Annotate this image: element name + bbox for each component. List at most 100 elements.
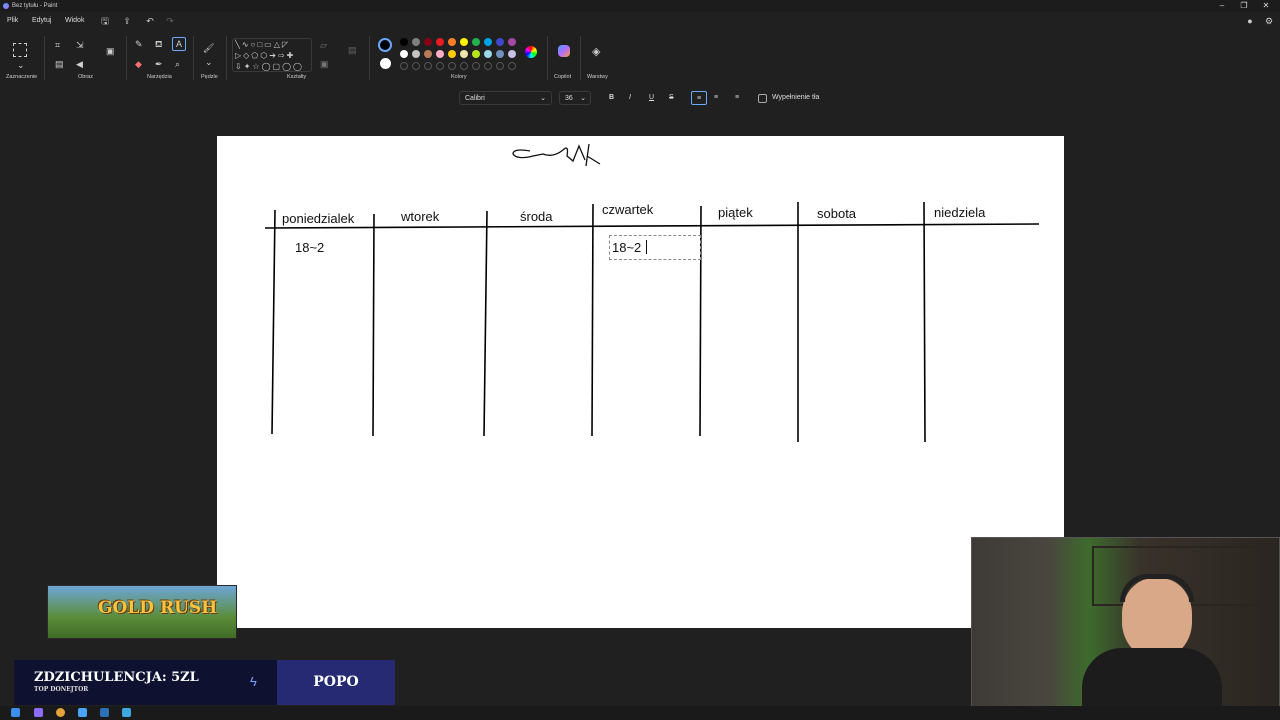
bold-button[interactable]: B <box>609 91 614 105</box>
color-swatch[interactable] <box>412 50 420 58</box>
paint-taskbar-icon[interactable] <box>122 708 131 717</box>
save-icon[interactable]: 🖫 <box>98 14 112 28</box>
steam-icon[interactable] <box>100 708 109 717</box>
color-swatch[interactable] <box>436 50 444 58</box>
minimize-button[interactable]: – <box>1212 0 1232 12</box>
color-swatch[interactable] <box>460 38 468 46</box>
paint-app-icon <box>3 3 9 9</box>
align-left-button[interactable]: ≡ <box>691 91 707 105</box>
font-family-select[interactable]: Calibri ⌄ <box>459 91 552 105</box>
custom-color-slot[interactable] <box>508 62 516 70</box>
lightning-icon: ϟ <box>250 674 257 689</box>
redo-icon[interactable]: ↷ <box>163 14 177 28</box>
menu-file[interactable]: Plik <box>7 17 18 24</box>
font-family-value: Calibri <box>465 95 485 102</box>
shapes-gallery[interactable]: ╲∿○□▭△◸ ▷◇⬠⬡➔⇨✚ ⇩✦☆◯▢◯◯ <box>232 38 312 72</box>
promo-title: GOLD RUSH <box>98 598 218 618</box>
fill-icon[interactable]: ⛾ <box>155 39 162 49</box>
underline-button[interactable]: U <box>649 91 654 105</box>
color-picker-icon[interactable]: ✒ <box>155 59 163 69</box>
custom-color-slot[interactable] <box>448 62 456 70</box>
color-swatch[interactable] <box>424 50 432 58</box>
cell-thursday-hours[interactable]: 18~2 <box>612 240 641 255</box>
undo-icon[interactable]: ↶ <box>143 14 157 28</box>
chevron-down-icon[interactable]: ⌄ <box>17 60 25 70</box>
menu-edit[interactable]: Edytuj <box>32 17 51 24</box>
color-swatch[interactable] <box>472 50 480 58</box>
layers-icon[interactable]: ◈ <box>592 47 600 58</box>
custom-color-slot[interactable] <box>424 62 432 70</box>
drawing-canvas[interactable]: poniedzialek wtorek środa czwartek piąte… <box>217 136 1064 628</box>
custom-color-slot[interactable] <box>496 62 504 70</box>
settings-icon[interactable]: ⚙ <box>1262 14 1276 28</box>
color-swatch[interactable] <box>508 38 516 46</box>
pencil-icon[interactable]: ✎ <box>135 39 143 49</box>
secondary-color-swatch[interactable] <box>380 58 391 69</box>
primary-color-swatch[interactable] <box>378 38 392 52</box>
color-swatch[interactable] <box>460 50 468 58</box>
cell-monday-hours: 18~2 <box>295 240 325 255</box>
taskbar <box>0 706 1280 720</box>
column-line <box>483 210 488 437</box>
font-size-select[interactable]: 36 ⌄ <box>559 91 591 105</box>
right-label: POPO <box>277 660 395 705</box>
strikethrough-button[interactable]: S <box>669 91 674 105</box>
magnifier-icon[interactable]: ⌕ <box>175 59 180 69</box>
color-swatch[interactable] <box>496 38 504 46</box>
share-icon[interactable]: ⇪ <box>120 14 134 28</box>
divider <box>126 36 127 80</box>
eraser-icon[interactable]: ◆ <box>135 59 142 69</box>
color-swatch[interactable] <box>412 38 420 46</box>
maximize-button[interactable]: ❐ <box>1234 0 1254 12</box>
edit-colors-icon[interactable] <box>525 46 537 58</box>
outline-icon[interactable]: ▱ <box>320 40 327 50</box>
color-swatch[interactable] <box>484 38 492 46</box>
color-swatch[interactable] <box>424 38 432 46</box>
image-select-icon[interactable]: ▣ <box>106 46 115 56</box>
color-swatch[interactable] <box>400 50 408 58</box>
group-label-brushes: Pędzle <box>201 74 218 80</box>
color-swatch[interactable] <box>400 38 408 46</box>
menu-view[interactable]: Widok <box>65 17 84 24</box>
color-swatch[interactable] <box>448 50 456 58</box>
day-friday: piątek <box>718 205 753 220</box>
column-line <box>591 203 594 437</box>
crop-icon[interactable]: ⌗ <box>55 40 60 50</box>
selection-icon[interactable] <box>13 43 27 57</box>
color-swatch[interactable] <box>496 50 504 58</box>
title-bar: Bez tytułu - Paint – ❐ ✕ <box>0 0 1280 12</box>
flip-icon[interactable]: ◀ <box>76 59 83 69</box>
custom-color-slot[interactable] <box>400 62 408 70</box>
close-button[interactable]: ✕ <box>1256 0 1276 12</box>
browser-icon[interactable] <box>56 708 65 717</box>
day-thursday: czwartek <box>602 202 654 217</box>
fill-background-checkbox[interactable] <box>758 94 767 103</box>
align-center-button[interactable]: ≡ <box>714 91 718 105</box>
italic-button[interactable]: I <box>629 91 631 105</box>
handwritten-scribble <box>512 143 601 167</box>
color-swatch[interactable] <box>484 50 492 58</box>
account-icon[interactable]: ● <box>1243 14 1257 28</box>
copilot-icon[interactable] <box>558 45 570 57</box>
taskbar-app-icon[interactable] <box>34 708 43 717</box>
text-tool-icon[interactable]: A <box>172 37 186 51</box>
color-swatch[interactable] <box>436 38 444 46</box>
rotate-icon[interactable]: ▤ <box>55 59 64 69</box>
chevron-down-icon[interactable]: ⌄ <box>205 57 213 67</box>
resize-icon[interactable]: ⇲ <box>76 40 84 50</box>
custom-color-slot[interactable] <box>484 62 492 70</box>
custom-color-slot[interactable] <box>460 62 468 70</box>
shape-fill-icon[interactable]: ▣ <box>320 59 329 69</box>
brush-icon[interactable]: 🖌 <box>203 43 214 53</box>
taskbar-app-icon[interactable] <box>78 708 87 717</box>
custom-color-slot[interactable] <box>412 62 420 70</box>
color-swatch[interactable] <box>472 38 480 46</box>
custom-color-slot[interactable] <box>472 62 480 70</box>
game-promo-banner: GOLD RUSH <box>47 585 237 639</box>
shape-options-icon[interactable]: ▤ <box>348 45 357 55</box>
color-swatch[interactable] <box>508 50 516 58</box>
color-swatch[interactable] <box>448 38 456 46</box>
custom-color-slot[interactable] <box>436 62 444 70</box>
align-right-button[interactable]: ≡ <box>735 91 739 105</box>
start-icon[interactable] <box>11 708 20 717</box>
